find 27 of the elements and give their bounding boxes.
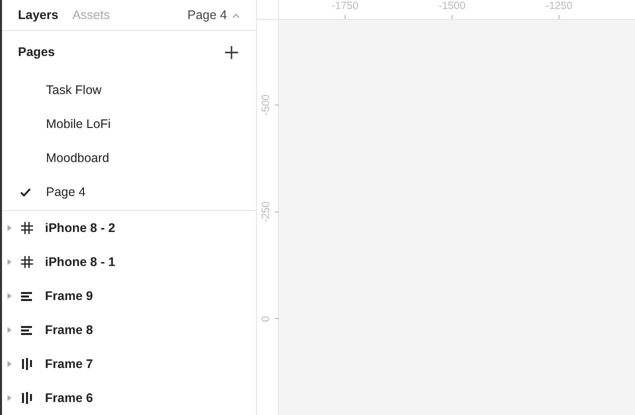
ruler-label: -1500	[438, 0, 466, 13]
page-item[interactable]: Page 4	[2, 175, 256, 209]
page-item[interactable]: Task Flow	[2, 73, 256, 107]
page-item[interactable]: Moodboard	[2, 141, 256, 175]
rows-icon	[21, 324, 33, 336]
ruler-label: -500	[260, 94, 273, 116]
layer-row[interactable]: Frame 6	[2, 381, 256, 415]
layer-row[interactable]: iPhone 8 - 1	[2, 245, 256, 279]
layer-row[interactable]: Frame 9	[2, 279, 256, 313]
add-page-button[interactable]	[223, 44, 240, 60]
ruler-label: -1750	[332, 0, 358, 13]
layer-row[interactable]: iPhone 8 - 2	[2, 211, 256, 245]
ruler-label: -250	[260, 202, 273, 222]
layer-row[interactable]: Frame 8	[2, 313, 256, 347]
frame-icon	[21, 256, 33, 268]
page-item[interactable]: Mobile LoFi	[2, 107, 256, 141]
panel-tab[interactable]: Layers	[18, 8, 58, 22]
section-title: Pages	[18, 45, 55, 59]
layer-row[interactable]: Frame 7	[2, 347, 256, 381]
rows-icon	[21, 290, 33, 302]
plus-icon	[225, 46, 238, 58]
columns-icon	[21, 358, 33, 370]
ruler-label: -1250	[546, 0, 572, 13]
frame-icon	[21, 222, 33, 234]
page-dropdown[interactable]: Page 4	[187, 8, 240, 22]
columns-icon	[21, 392, 33, 404]
ruler-label: 0	[260, 316, 273, 322]
